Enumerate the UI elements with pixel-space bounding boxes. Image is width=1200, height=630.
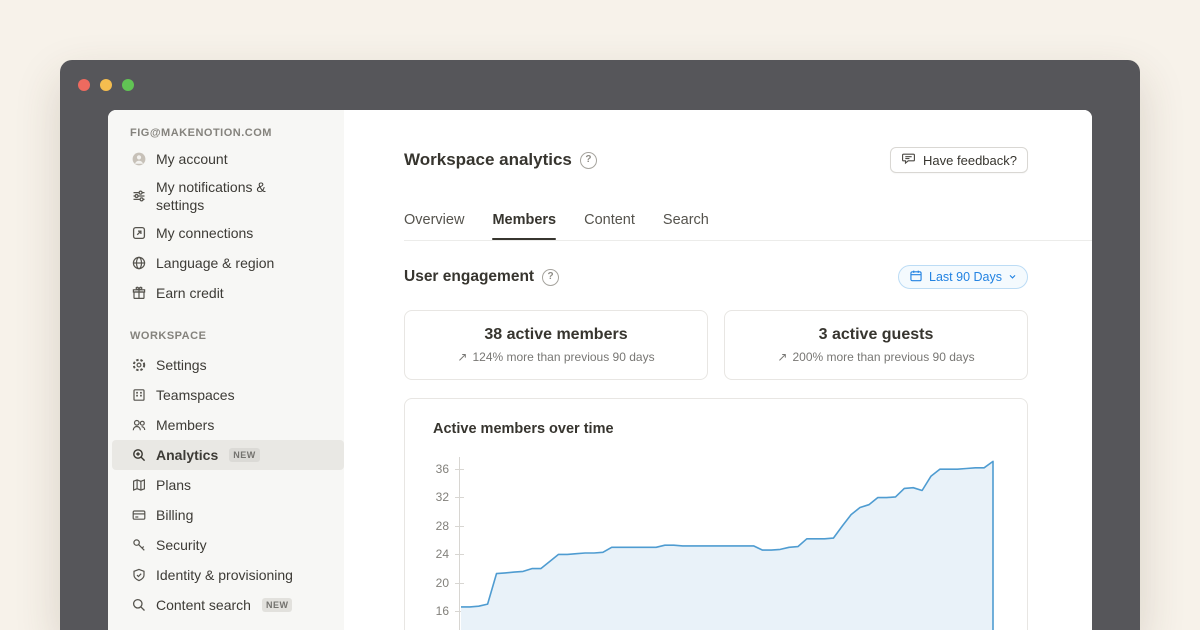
y-tick-label: 20: [411, 576, 449, 590]
sidebar-item-settings[interactable]: Settings: [108, 350, 344, 380]
avatar-icon: [130, 151, 147, 168]
key-icon: [130, 537, 147, 554]
globe-icon: [130, 255, 147, 272]
workspace-section-label: WORKSPACE: [108, 326, 344, 346]
analytics-panel: Workspace analytics ? Have feedback? Ove…: [344, 110, 1092, 630]
app-window: FIG@MAKENOTION.COM My account My notific…: [60, 60, 1140, 630]
stat-delta: ↗ 200% more than previous 90 days: [777, 350, 974, 364]
date-range-button[interactable]: Last 90 Days: [898, 265, 1028, 289]
user-engagement-header: User engagement ? Last 90 Days: [404, 264, 1028, 290]
members-icon: [130, 417, 147, 434]
chart-title: Active members over time: [433, 421, 614, 437]
sidebar-item-plans[interactable]: Plans: [108, 470, 344, 500]
settings-sidebar: FIG@MAKENOTION.COM My account My notific…: [108, 110, 344, 630]
tab-overview[interactable]: Overview: [404, 212, 464, 240]
y-tick-label: 36: [411, 462, 449, 476]
date-range-label: Last 90 Days: [929, 270, 1002, 284]
settings-dialog: FIG@MAKENOTION.COM My account My notific…: [108, 110, 1092, 630]
sidebar-item-my-connections[interactable]: My connections: [108, 218, 344, 248]
feedback-button-label: Have feedback?: [923, 153, 1017, 168]
new-badge: NEW: [229, 448, 260, 462]
new-badge: NEW: [262, 598, 293, 612]
tab-members[interactable]: Members: [492, 212, 556, 240]
tab-label: Content: [584, 212, 635, 228]
sidebar-item-language-region[interactable]: Language & region: [108, 248, 344, 278]
sidebar-item-label: Language & region: [156, 254, 274, 272]
stat-delta-text: 124% more than previous 90 days: [472, 350, 654, 364]
close-window-button[interactable]: [78, 79, 90, 91]
trend-up-icon: ↗: [457, 350, 467, 364]
tab-search[interactable]: Search: [663, 212, 709, 240]
sliders-icon: [130, 188, 147, 205]
sidebar-item-earn-credit[interactable]: Earn credit: [108, 278, 344, 308]
analytics-icon: [130, 447, 147, 464]
sidebar-item-label: Teamspaces: [156, 386, 235, 404]
sidebar-item-label: My notifications & settings: [156, 178, 306, 214]
teamspaces-icon: [130, 387, 147, 404]
sidebar-item-label: Earn credit: [156, 284, 224, 302]
sidebar-item-label: My connections: [156, 224, 253, 242]
shield-check-icon: [130, 567, 147, 584]
analytics-tabs: Overview Members Content Search: [404, 212, 709, 240]
map-icon: [130, 477, 147, 494]
credit-card-icon: [130, 507, 147, 524]
sidebar-item-billing[interactable]: Billing: [108, 500, 344, 530]
gear-icon: [130, 357, 147, 374]
gift-icon: [130, 285, 147, 302]
sidebar-item-my-account[interactable]: My account: [108, 144, 344, 174]
sidebar-item-security[interactable]: Security: [108, 530, 344, 560]
section-title: User engagement: [404, 268, 534, 286]
page-title: Workspace analytics: [404, 150, 572, 170]
sidebar-item-label: Plans: [156, 476, 191, 494]
sidebar-item-content-search[interactable]: Content search NEW: [108, 590, 344, 620]
sidebar-item-analytics[interactable]: Analytics NEW: [112, 440, 344, 470]
page-header: Workspace analytics ? Have feedback?: [404, 146, 1028, 174]
active-guests-card: 3 active guests ↗ 200% more than previou…: [724, 310, 1028, 380]
sidebar-item-label: Billing: [156, 506, 193, 524]
sidebar-item-label: My account: [156, 150, 228, 168]
y-tick-label: 24: [411, 547, 449, 561]
y-tick-label: 32: [411, 490, 449, 504]
stat-value: 3 active guests: [819, 326, 934, 344]
tab-content[interactable]: Content: [584, 212, 635, 240]
chevron-down-icon: [1008, 270, 1017, 284]
sidebar-item-identity-provisioning[interactable]: Identity & provisioning: [108, 560, 344, 590]
stat-delta: ↗ 124% more than previous 90 days: [457, 350, 654, 364]
sidebar-item-label: Settings: [156, 356, 207, 374]
sidebar-item-notifications-settings[interactable]: My notifications & settings: [108, 174, 344, 218]
sidebar-item-label: Members: [156, 416, 214, 434]
window-titlebar: [78, 79, 134, 91]
calendar-icon: [909, 269, 923, 286]
y-tick-label: 28: [411, 519, 449, 533]
stat-delta-text: 200% more than previous 90 days: [792, 350, 974, 364]
tab-label: Members: [492, 212, 556, 228]
sidebar-item-members[interactable]: Members: [108, 410, 344, 440]
active-members-chart-card: Active members over time 36 32 28 24 20 …: [404, 398, 1028, 630]
active-members-card: 38 active members ↗ 124% more than previ…: [404, 310, 708, 380]
help-icon[interactable]: ?: [580, 152, 597, 169]
arrow-box-icon: [130, 225, 147, 242]
feedback-button[interactable]: Have feedback?: [890, 147, 1028, 173]
stat-cards: 38 active members ↗ 124% more than previ…: [404, 310, 1028, 380]
tab-label: Overview: [404, 212, 464, 228]
tabs-divider: [404, 240, 1092, 241]
sidebar-item-label: Security: [156, 536, 207, 554]
stat-value: 38 active members: [484, 326, 627, 344]
sidebar-item-teamspaces[interactable]: Teamspaces: [108, 380, 344, 410]
members-over-time-chart: [459, 455, 999, 630]
trend-up-icon: ↗: [777, 350, 787, 364]
minimize-window-button[interactable]: [100, 79, 112, 91]
speech-bubble-icon: [901, 151, 916, 169]
tab-label: Search: [663, 212, 709, 228]
zoom-window-button[interactable]: [122, 79, 134, 91]
search-icon: [130, 597, 147, 614]
account-email: FIG@MAKENOTION.COM: [108, 122, 344, 144]
sidebar-item-label: Content search: [156, 596, 251, 614]
help-icon[interactable]: ?: [542, 269, 559, 286]
sidebar-item-label: Identity & provisioning: [156, 566, 293, 584]
sidebar-item-label: Analytics: [156, 446, 218, 464]
y-tick-label: 16: [411, 604, 449, 618]
